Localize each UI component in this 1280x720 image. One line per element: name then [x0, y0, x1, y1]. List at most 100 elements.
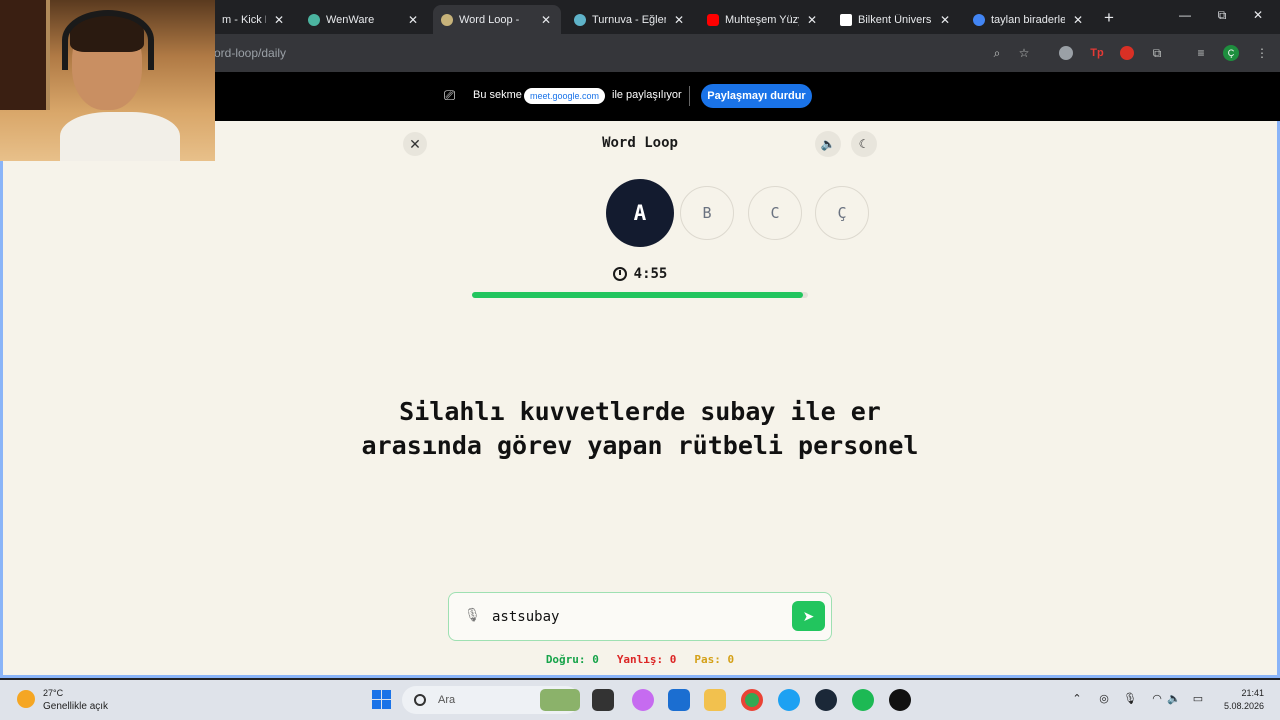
profile-initial: Ç: [1223, 45, 1239, 61]
tray-app-icon[interactable]: ◎: [1096, 692, 1112, 705]
search-label: Ara: [438, 694, 456, 706]
wall-poster: [0, 0, 50, 110]
send-icon: ➤: [802, 607, 815, 624]
start-button[interactable]: [372, 690, 391, 709]
close-icon[interactable]: ✕: [1071, 13, 1085, 27]
correct-value: 0: [592, 653, 599, 666]
tab-title: Muhteşem Yüzyıl: [725, 13, 799, 26]
wrong-label: Yanlış:: [616, 653, 664, 666]
tab-wenware[interactable]: WenWare ✕: [300, 5, 428, 34]
volume-icon[interactable]: 🔈: [1166, 692, 1182, 705]
edge-icon[interactable]: [778, 689, 800, 711]
spotify-icon[interactable]: [852, 689, 874, 711]
tab-word-loop[interactable]: Word Loop - ✕: [433, 5, 561, 34]
window-close-button[interactable]: ✕: [1248, 8, 1268, 22]
person-shirt: [60, 112, 180, 161]
timer: 4:55: [590, 266, 690, 282]
word-loop-favicon-icon: [441, 13, 453, 26]
youtube-favicon-icon: [707, 13, 719, 26]
tab-bilkent[interactable]: Bilkent Üniversit ✕: [832, 5, 960, 34]
maximize-button[interactable]: ⧉: [1212, 8, 1232, 23]
profile-avatar[interactable]: Ç: [1222, 44, 1240, 62]
close-game-button[interactable]: ✕: [403, 132, 427, 156]
share-domain-badge: meet.google.com: [524, 88, 606, 104]
webcam-overlay: [0, 0, 215, 161]
stop-sharing-button[interactable]: Paylaşmayı durdur: [701, 84, 812, 108]
time-progress-fill: [472, 292, 803, 298]
close-icon[interactable]: ✕: [805, 13, 819, 27]
outlook-icon[interactable]: [668, 689, 690, 711]
bookmark-star-icon[interactable]: ☆: [1015, 44, 1033, 62]
page-title: Word Loop: [602, 135, 678, 151]
minimize-button[interactable]: —: [1175, 8, 1195, 22]
answer-input[interactable]: [492, 604, 777, 630]
extensions-puzzle-icon[interactable]: ⧉: [1148, 44, 1166, 62]
google-favicon-icon: [973, 13, 985, 26]
correct-count: Doğru: 0: [546, 653, 599, 666]
folder-icon[interactable]: [704, 689, 726, 711]
submit-answer-button[interactable]: ➤: [792, 601, 825, 631]
tab-title: Bilkent Üniversit: [858, 13, 932, 26]
copilot-icon[interactable]: [632, 689, 654, 711]
sound-toggle-button[interactable]: 🔈: [815, 131, 841, 157]
chevron-up-icon[interactable]: ⌃: [1069, 692, 1085, 705]
tab-kick[interactable]: m - Kick Da ✕: [214, 5, 294, 34]
moon-icon: ☾: [858, 137, 870, 151]
close-icon[interactable]: ✕: [672, 13, 686, 27]
close-icon[interactable]: ✕: [938, 13, 952, 27]
tab-taylan-biraderler[interactable]: taylan biraderler ✕: [965, 5, 1093, 34]
speaker-icon: 🔈: [820, 137, 836, 151]
clock-icon: [612, 267, 627, 281]
grammarly-icon[interactable]: [1057, 44, 1075, 62]
search-icon: [414, 694, 426, 706]
widgets-icon[interactable]: [540, 689, 580, 711]
weather-icon[interactable]: [17, 690, 35, 708]
tab-muhtesem-yuzyil[interactable]: Muhteşem Yüzyıl ✕: [699, 5, 827, 34]
weather-temperature: 27°C: [43, 688, 64, 698]
letter-c-cedilla[interactable]: Ç: [815, 186, 869, 240]
share-prefix: Bu sekme: [473, 89, 522, 101]
pass-value: 0: [727, 653, 735, 666]
zoom-icon[interactable]: ⌕: [988, 44, 1006, 62]
wrong-value: 0: [669, 653, 677, 666]
close-icon: ✕: [409, 135, 421, 152]
wrong-count: Yanlış: 0: [617, 653, 677, 666]
share-suffix: ile paylaşılıyor: [612, 89, 682, 101]
clock-date[interactable]: 5.08.2026: [1220, 701, 1264, 711]
letter-b[interactable]: B: [680, 186, 734, 240]
url-text[interactable]: ord-loop/daily: [214, 46, 286, 60]
battery-icon[interactable]: ▭: [1190, 692, 1206, 705]
share-divider: [689, 86, 690, 106]
timer-value: 4:55: [633, 266, 668, 282]
extension-tp-icon[interactable]: Tp: [1088, 44, 1106, 62]
reading-list-icon[interactable]: ≡: [1192, 44, 1210, 62]
tab-title: Turnuva - Eğlence: [592, 13, 666, 26]
wifi-icon[interactable]: ◠: [1149, 692, 1165, 705]
turnuva-favicon-icon: [574, 13, 586, 26]
clock-time[interactable]: 21:41: [1230, 688, 1264, 698]
screen-share-icon: ⎚: [444, 87, 456, 103]
close-icon[interactable]: ✕: [539, 13, 553, 27]
microphone-icon[interactable]: 🎙: [464, 607, 481, 623]
file-explorer-icon[interactable]: [592, 689, 614, 711]
chrome-icon[interactable]: [741, 689, 763, 711]
pass-count: Pas: 0: [694, 653, 734, 666]
letter-c[interactable]: C: [748, 186, 802, 240]
score-stats: Doğru: 0 Yanlış: 0 Pas: 0: [480, 653, 800, 666]
pass-label: Pas:: [694, 653, 721, 666]
letter-a[interactable]: A: [606, 179, 674, 247]
extension-red-icon[interactable]: [1118, 44, 1136, 62]
question-text: Silahlı kuvvetlerde subay ile er arasınd…: [361, 397, 919, 460]
close-icon[interactable]: ✕: [406, 13, 420, 27]
close-icon[interactable]: ✕: [272, 13, 286, 27]
tab-title: taylan biraderler: [991, 13, 1065, 26]
github-icon[interactable]: [889, 689, 911, 711]
steam-icon[interactable]: [815, 689, 837, 711]
bilkent-favicon-icon: [840, 13, 852, 26]
theme-toggle-button[interactable]: ☾: [851, 131, 877, 157]
tab-turnuva[interactable]: Turnuva - Eğlence ✕: [566, 5, 694, 34]
microphone-tray-icon[interactable]: 🎙: [1122, 692, 1138, 705]
tab-title: WenWare: [326, 13, 375, 26]
menu-kebab-icon[interactable]: ⋮: [1253, 44, 1271, 62]
new-tab-button[interactable]: +: [1101, 8, 1117, 28]
